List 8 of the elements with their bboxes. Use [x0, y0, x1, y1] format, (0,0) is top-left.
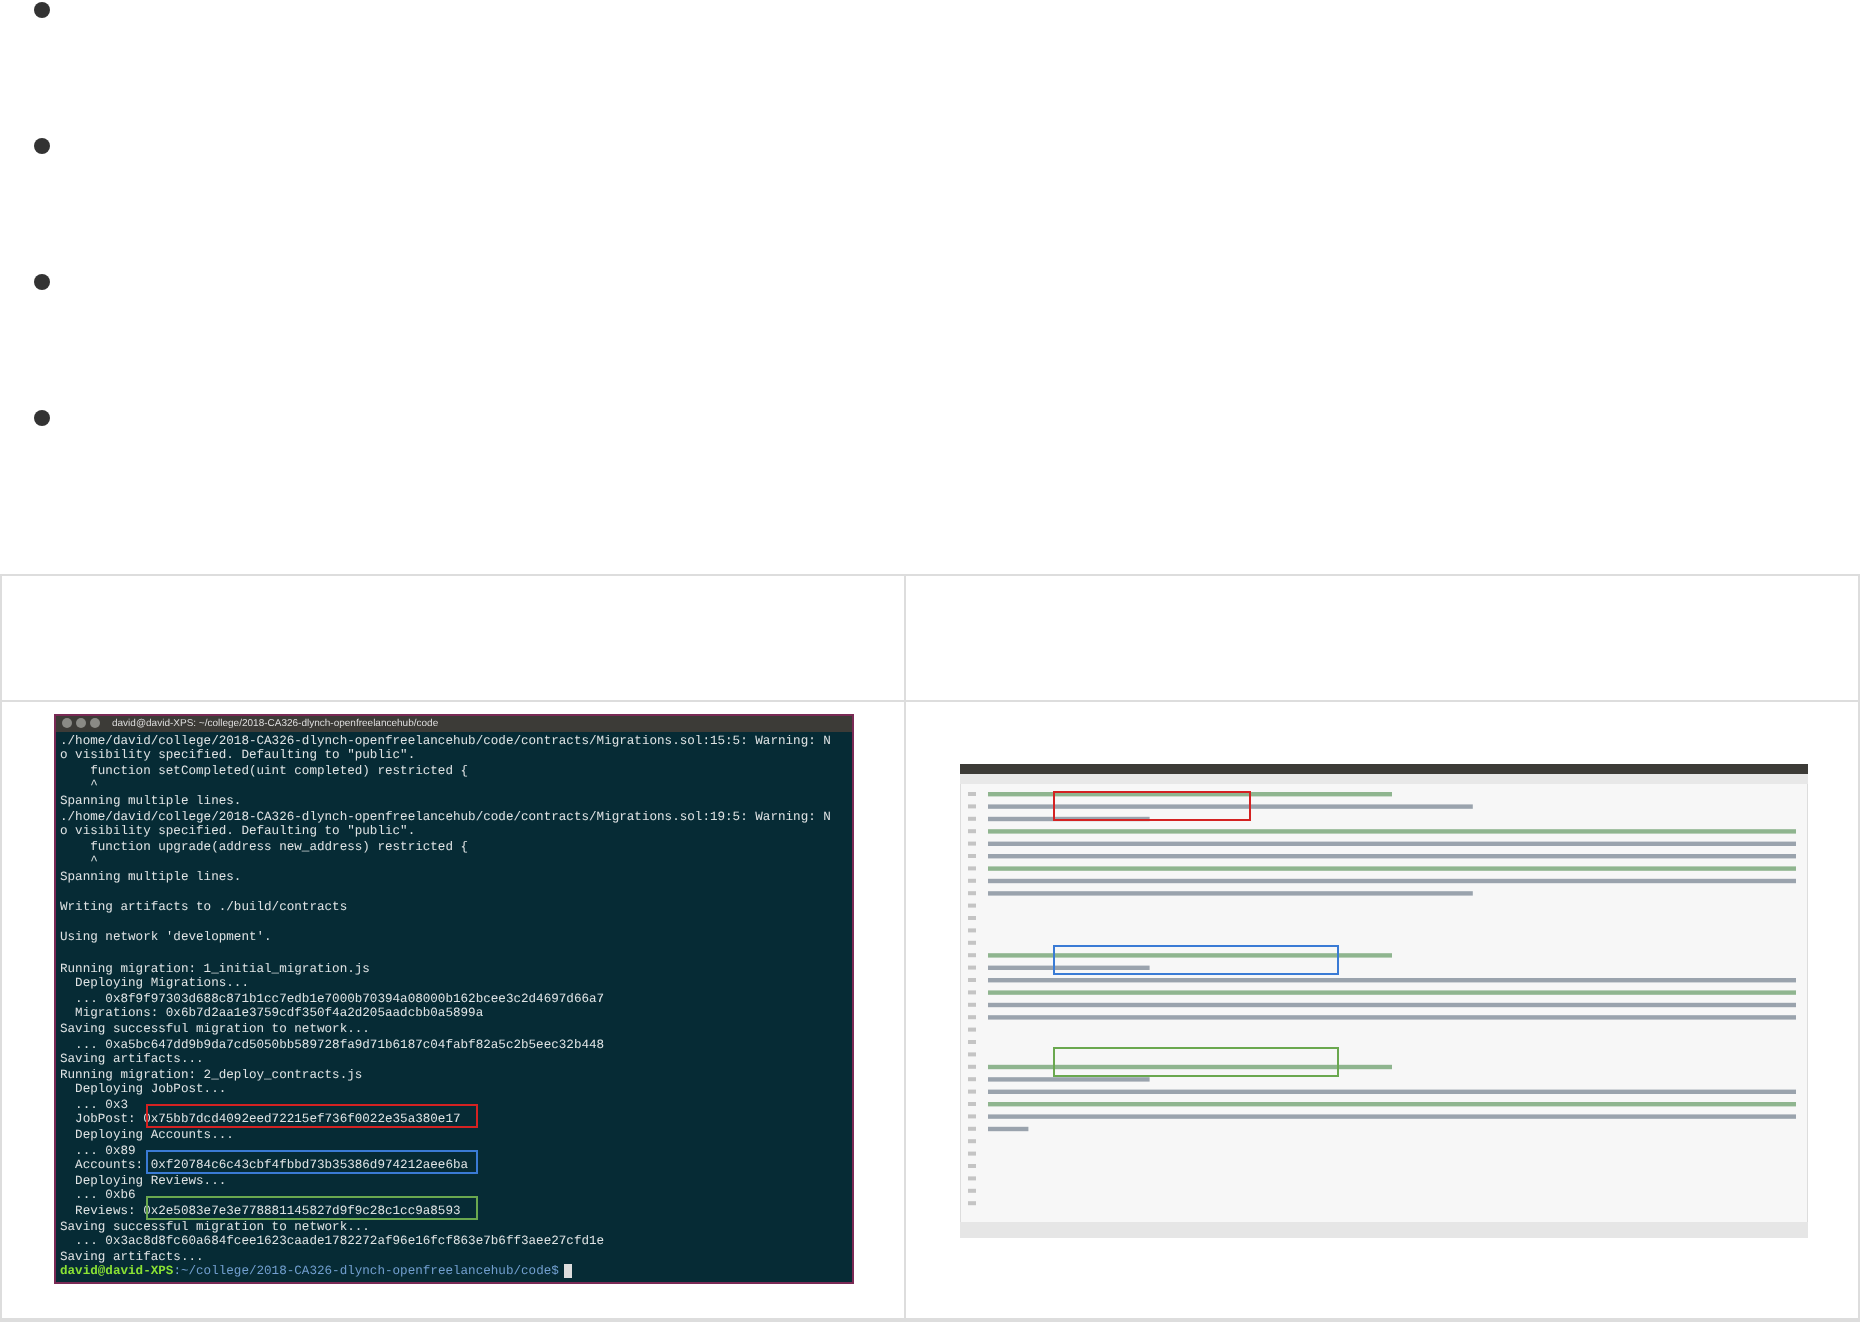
bullet-point — [34, 274, 50, 290]
bullet-point — [34, 2, 50, 18]
minimize-icon[interactable] — [76, 718, 86, 729]
close-icon[interactable] — [62, 718, 72, 729]
cursor — [564, 1264, 573, 1279]
bullet-point — [34, 410, 50, 426]
maximize-icon[interactable] — [90, 718, 100, 729]
bullet-point — [34, 138, 50, 154]
